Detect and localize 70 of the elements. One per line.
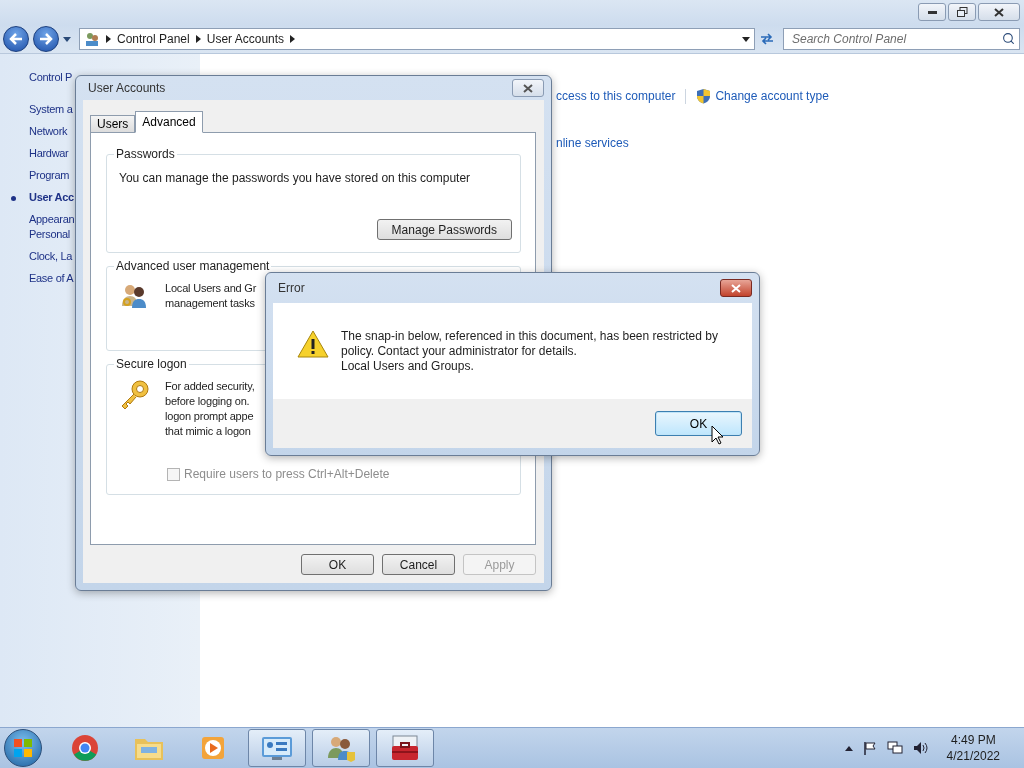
toolbox-icon bbox=[389, 734, 421, 762]
search-field[interactable]: Search Control Panel bbox=[783, 28, 1020, 50]
restore-icon bbox=[956, 7, 968, 17]
windows-logo-icon bbox=[14, 739, 32, 757]
tab[interactable]: Users bbox=[90, 115, 136, 133]
minimize-button[interactable] bbox=[918, 3, 946, 21]
mouse-pointer-icon bbox=[711, 425, 724, 445]
description-line: before logging on. bbox=[165, 394, 251, 409]
media-player-icon bbox=[199, 734, 227, 762]
speaker-icon[interactable] bbox=[912, 741, 929, 755]
dialog-button[interactable]: Cancel bbox=[382, 554, 455, 575]
flag-icon[interactable] bbox=[862, 741, 877, 755]
description-line: management tasks bbox=[165, 296, 256, 311]
warning-icon bbox=[297, 329, 329, 359]
minimize-icon bbox=[927, 10, 937, 14]
dialog-title: User Accounts bbox=[88, 81, 166, 95]
chevron-icon bbox=[290, 35, 296, 43]
refresh-icon[interactable] bbox=[759, 32, 775, 46]
task-link[interactable]: Change account type bbox=[696, 88, 829, 104]
search-icon bbox=[1002, 32, 1015, 45]
dialog-button[interactable]: OK bbox=[301, 554, 374, 575]
start-button[interactable] bbox=[4, 729, 42, 767]
sidebar-link[interactable]: User Acc bbox=[29, 190, 200, 205]
ok-button[interactable]: OK bbox=[655, 411, 742, 436]
error-detail: Local Users and Groups. bbox=[341, 359, 475, 374]
close-icon bbox=[523, 83, 533, 93]
control-panel-icon bbox=[84, 31, 100, 47]
dropdown-icon[interactable] bbox=[742, 36, 750, 42]
group-title: Secure logon bbox=[115, 357, 188, 371]
key-icon bbox=[119, 379, 151, 411]
passwords-description: You can manage the passwords you have stored on this computer bbox=[119, 171, 472, 185]
tab[interactable]: Advanced bbox=[135, 111, 203, 133]
network-icon[interactable] bbox=[886, 741, 903, 755]
close-icon bbox=[994, 7, 1004, 17]
manage-passwords-button[interactable]: Manage Passwords bbox=[376, 219, 512, 240]
address-field[interactable]: Control Panel User Accounts bbox=[79, 28, 755, 50]
chevron-icon bbox=[106, 35, 111, 43]
back-arrow-icon bbox=[9, 33, 23, 45]
breadcrumb[interactable]: User Accounts bbox=[206, 32, 285, 46]
error-message: The snap-in below, referenced in this document, has been restricted by policy. Contact your administrator for details. bbox=[341, 329, 719, 359]
restore-button[interactable] bbox=[948, 3, 976, 21]
forward-button[interactable] bbox=[33, 26, 59, 52]
browser-icon bbox=[71, 734, 99, 762]
back-button[interactable] bbox=[3, 26, 29, 52]
history-dropdown-icon[interactable] bbox=[63, 36, 71, 42]
close-button[interactable] bbox=[978, 3, 1020, 21]
close-button[interactable] bbox=[512, 79, 544, 97]
users-icon bbox=[325, 734, 357, 762]
show-hidden-icons-icon[interactable] bbox=[844, 745, 853, 751]
group-title: Passwords bbox=[115, 147, 176, 161]
description-line: logon prompt appe bbox=[165, 409, 255, 424]
forward-arrow-icon bbox=[39, 33, 53, 45]
task-link[interactable]: ccess to this computer bbox=[556, 89, 676, 103]
clock[interactable]: 4:49 PM 4/21/2022 bbox=[946, 732, 1000, 764]
group-title: Advanced user management bbox=[115, 259, 271, 273]
shield-icon bbox=[696, 88, 712, 104]
taskbar-button[interactable] bbox=[312, 729, 370, 767]
description-line: that mimic a logon bbox=[165, 424, 252, 439]
bullet-icon bbox=[11, 196, 16, 201]
breadcrumb[interactable]: Control Panel bbox=[117, 32, 190, 46]
task-link[interactable]: nline services bbox=[556, 136, 629, 150]
close-button[interactable] bbox=[720, 279, 752, 297]
close-icon bbox=[731, 283, 741, 293]
checkbox-label: Require users to press Ctrl+Alt+Delete bbox=[184, 467, 390, 481]
description-line: Local Users and Gr bbox=[165, 281, 257, 296]
dialog-title: Error bbox=[278, 281, 305, 295]
control-panel-icon bbox=[260, 734, 294, 762]
description-line: For added security, bbox=[165, 379, 255, 394]
taskbar-button[interactable] bbox=[376, 729, 434, 767]
chevron-icon bbox=[195, 35, 201, 43]
